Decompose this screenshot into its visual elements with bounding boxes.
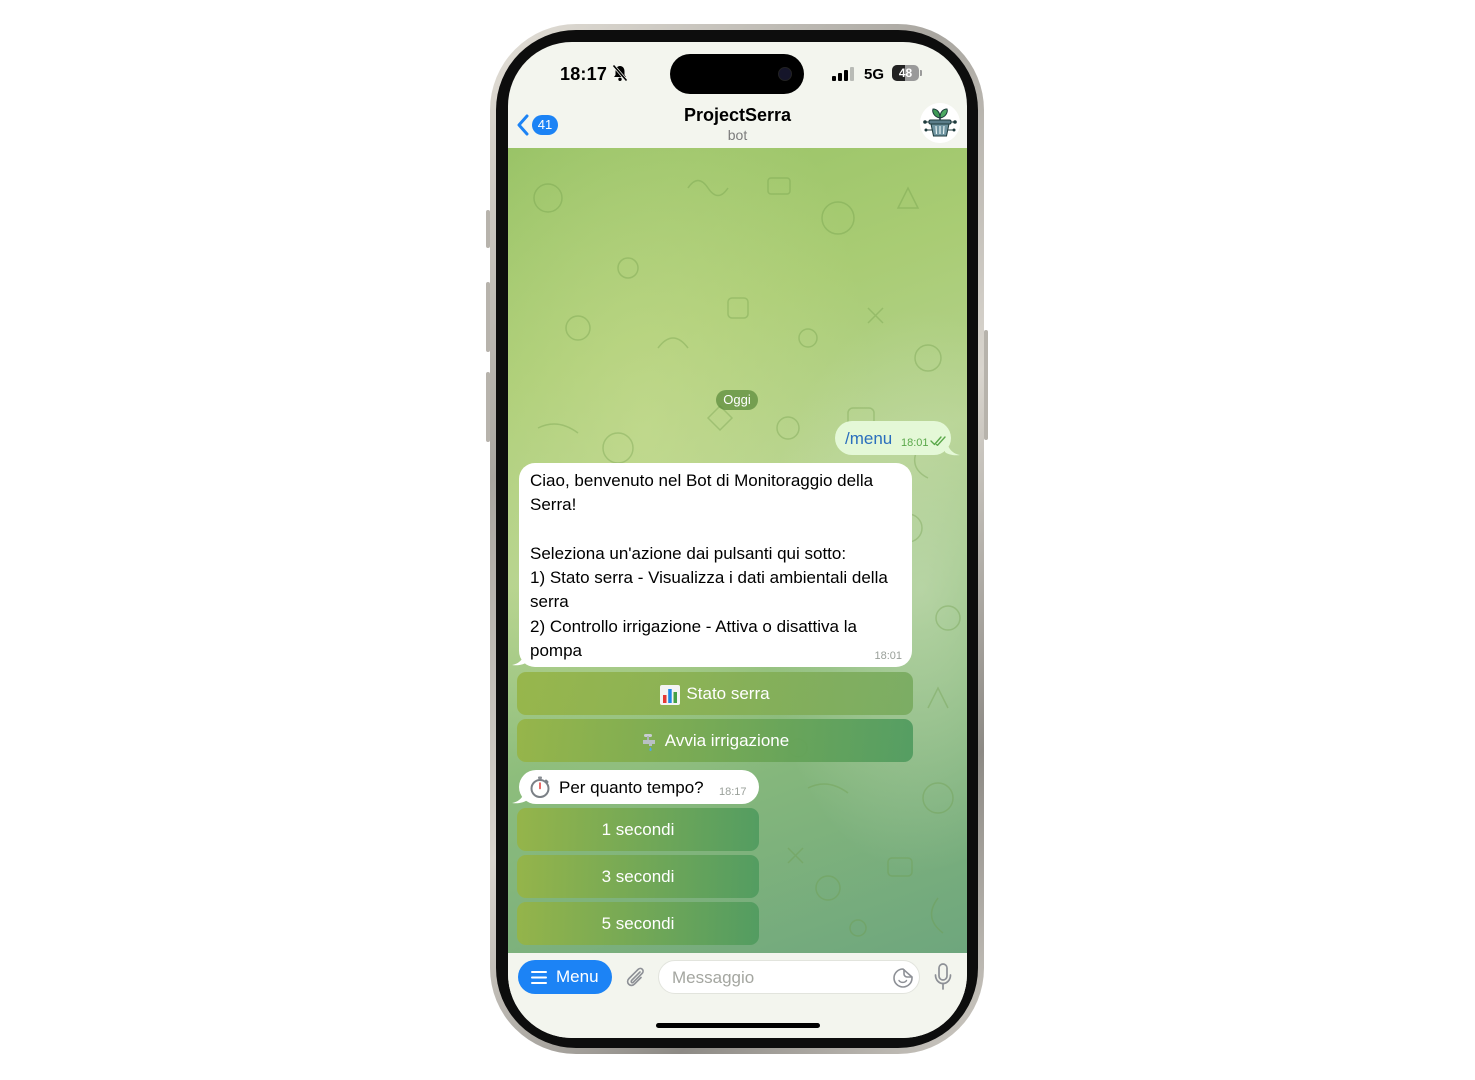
button-label: Avvia irrigazione xyxy=(664,731,790,750)
button-label: 1 secondi xyxy=(601,820,675,839)
cellular-signal-icon xyxy=(832,67,854,81)
message-time: 18:01 xyxy=(901,437,929,449)
chat-subtitle: bot xyxy=(727,127,748,143)
hamburger-icon xyxy=(531,971,547,984)
status-bar: 18:17 5G 48 xyxy=(508,42,967,102)
message-text: /menu xyxy=(845,429,893,448)
volume-up-button xyxy=(486,282,490,352)
phone-screen: 18:17 5G 48 41 ProjectSerra bot Oggi /me… xyxy=(508,42,967,1038)
duration-1-button[interactable]: 1 secondi xyxy=(517,808,759,851)
microphone-icon[interactable] xyxy=(934,963,952,991)
message-time: 18:17 xyxy=(719,786,747,798)
chat-header: 41 ProjectSerra bot xyxy=(508,102,967,148)
faucet-icon xyxy=(642,733,655,751)
message-text: Ciao, benvenuto nel Bot di Monitoraggio … xyxy=(530,471,888,661)
status-time: 18:17 xyxy=(560,64,608,84)
stopwatch-icon xyxy=(530,776,550,798)
plant-pot-icon xyxy=(920,103,960,143)
double-check-icon xyxy=(930,436,946,446)
duration-3-button[interactable]: 3 secondi xyxy=(517,855,759,898)
dynamic-island xyxy=(670,54,804,94)
avvia-irrigazione-button[interactable]: Avvia irrigazione xyxy=(517,719,913,762)
date-divider: Oggi xyxy=(716,390,758,410)
action-button xyxy=(486,210,490,248)
network-type: 5G xyxy=(864,66,885,83)
front-camera xyxy=(778,67,792,81)
duration-5-button[interactable]: 5 secondi xyxy=(517,902,759,945)
sticker-icon[interactable] xyxy=(893,968,913,988)
power-button xyxy=(984,330,988,440)
paperclip-icon[interactable] xyxy=(624,965,646,991)
chat-area[interactable]: Oggi /menu 18:01 Ciao, benvenuto nel Bot… xyxy=(508,148,967,953)
battery-icon: 48 xyxy=(892,65,922,81)
button-label: 3 secondi xyxy=(601,867,675,886)
bell-muted-icon xyxy=(612,64,628,82)
chat-title[interactable]: ProjectSerra xyxy=(508,105,967,126)
button-label: 5 secondi xyxy=(601,914,675,933)
message-text: Per quanto tempo? xyxy=(559,778,704,797)
message-input[interactable]: Messaggio xyxy=(658,960,920,994)
stato-serra-button[interactable]: Stato serra xyxy=(517,672,913,715)
button-label: Stato serra xyxy=(686,684,770,703)
menu-button[interactable]: Menu xyxy=(518,960,612,994)
bot-avatar[interactable] xyxy=(920,103,960,143)
battery-percent: 48 xyxy=(898,66,913,80)
message-placeholder: Messaggio xyxy=(672,968,755,987)
outgoing-message[interactable]: /menu 18:01 xyxy=(835,421,951,455)
menu-label: Menu xyxy=(556,967,599,986)
bar-chart-icon xyxy=(660,684,681,705)
input-bar: Menu Messaggio xyxy=(508,953,967,1038)
message-time: 18:01 xyxy=(874,650,902,662)
incoming-message[interactable]: Per quanto tempo? 18:17 xyxy=(519,770,759,804)
volume-down-button xyxy=(486,372,490,442)
home-indicator[interactable] xyxy=(656,1023,820,1028)
incoming-message[interactable]: Ciao, benvenuto nel Bot di Monitoraggio … xyxy=(519,463,912,667)
